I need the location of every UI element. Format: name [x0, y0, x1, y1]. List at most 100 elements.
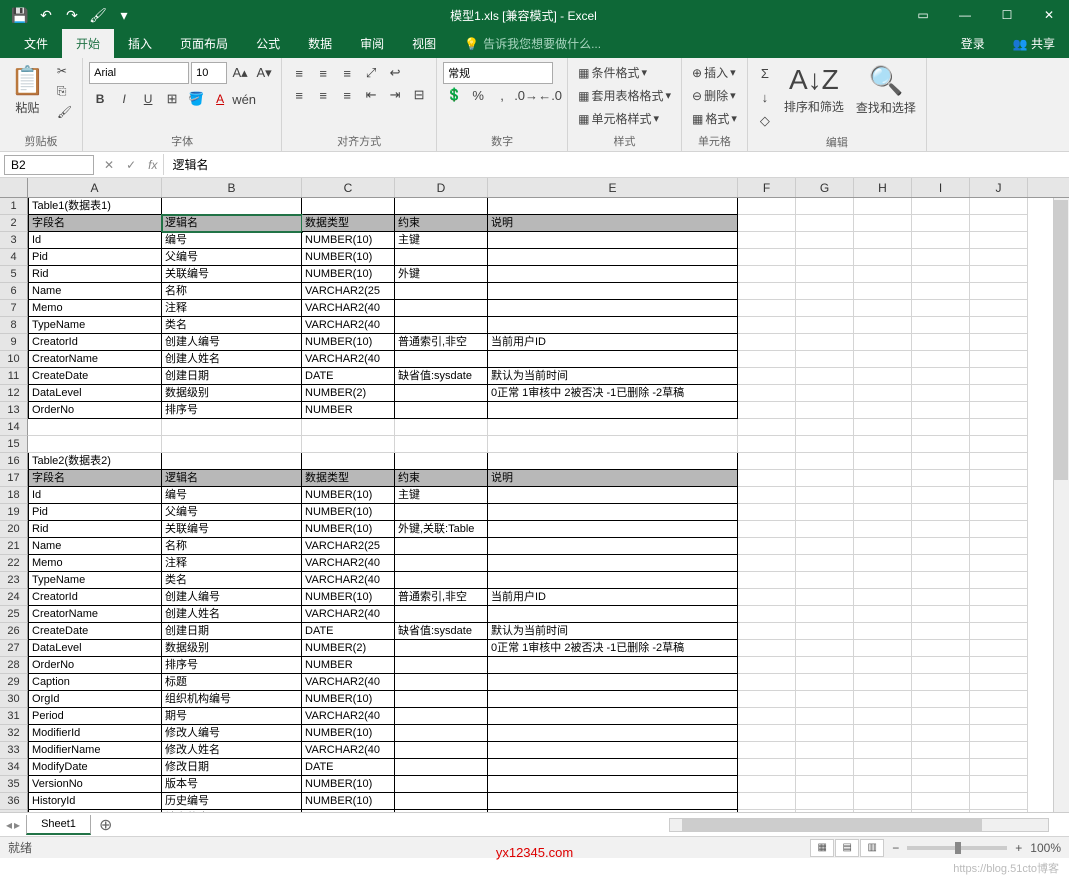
col-header-I[interactable]: I [912, 178, 970, 197]
cell[interactable] [738, 266, 796, 283]
cell[interactable]: Table1(数据表1) [28, 198, 162, 215]
cell[interactable] [738, 487, 796, 504]
col-header-E[interactable]: E [488, 178, 738, 197]
cell[interactable] [488, 708, 738, 725]
login-button[interactable]: 登录 [947, 29, 999, 58]
cell[interactable] [488, 504, 738, 521]
cell[interactable] [854, 742, 912, 759]
cell[interactable]: 组织机构编号 [162, 691, 302, 708]
cell[interactable]: VARCHAR2(25 [302, 283, 395, 300]
cell[interactable] [912, 266, 970, 283]
cell[interactable] [738, 300, 796, 317]
cell[interactable] [854, 198, 912, 215]
cell[interactable] [162, 453, 302, 470]
cell[interactable]: OrderNo [28, 402, 162, 419]
table-format-button[interactable]: ▦套用表格格式 ▾ [574, 85, 675, 106]
cell[interactable] [395, 674, 488, 691]
fill-icon[interactable]: ↓ [754, 86, 776, 108]
row-header[interactable]: 24 [0, 589, 28, 606]
cell[interactable] [395, 351, 488, 368]
cell[interactable] [796, 623, 854, 640]
cell[interactable] [796, 776, 854, 793]
autosum-icon[interactable]: Σ [754, 62, 776, 84]
cell[interactable] [738, 419, 796, 436]
cell[interactable]: 版本号 [162, 776, 302, 793]
cell[interactable] [970, 470, 1028, 487]
cell[interactable] [912, 198, 970, 215]
cell[interactable]: 名称 [162, 538, 302, 555]
tab-insert[interactable]: 插入 [114, 29, 166, 58]
cell[interactable] [912, 215, 970, 232]
cell[interactable] [738, 317, 796, 334]
cell[interactable]: 逻辑名 [162, 470, 302, 487]
cell[interactable] [970, 283, 1028, 300]
cell[interactable] [912, 810, 970, 812]
italic-button[interactable]: I [113, 88, 135, 110]
cell[interactable] [162, 436, 302, 453]
cell[interactable] [912, 572, 970, 589]
cell[interactable] [395, 793, 488, 810]
cell[interactable]: 逻辑名 [162, 215, 302, 232]
sheet-nav-last-icon[interactable]: ▸ [14, 818, 20, 832]
cell[interactable] [796, 589, 854, 606]
cell[interactable] [912, 742, 970, 759]
cell[interactable]: 当前用户ID [488, 334, 738, 351]
merge-center-icon[interactable]: ⊟ [408, 84, 430, 106]
cell[interactable] [854, 351, 912, 368]
cell[interactable]: 普通索引,非空 [395, 334, 488, 351]
cell[interactable]: 默认为当前时间 [488, 623, 738, 640]
cell[interactable]: 父编号 [162, 249, 302, 266]
cell[interactable] [488, 402, 738, 419]
cell[interactable] [970, 623, 1028, 640]
cell[interactable]: DataLevel [28, 385, 162, 402]
cell[interactable] [796, 521, 854, 538]
cell[interactable]: 创建人姓名 [162, 351, 302, 368]
cell-style-button[interactable]: ▦单元格样式 ▾ [574, 108, 675, 129]
cell[interactable] [738, 691, 796, 708]
cell[interactable]: DATE [302, 368, 395, 385]
cell[interactable] [488, 725, 738, 742]
cell[interactable] [854, 606, 912, 623]
cell[interactable]: NUMBER(10) [302, 232, 395, 249]
cell[interactable] [970, 232, 1028, 249]
cell[interactable] [854, 555, 912, 572]
cell[interactable] [912, 589, 970, 606]
cell[interactable] [395, 725, 488, 742]
col-header-F[interactable]: F [738, 178, 796, 197]
cell[interactable] [970, 572, 1028, 589]
cell[interactable] [395, 776, 488, 793]
cell[interactable] [162, 419, 302, 436]
row-header[interactable]: 32 [0, 725, 28, 742]
paste-button[interactable]: 📋粘贴 [6, 62, 49, 118]
cell[interactable]: 历史编号 [162, 793, 302, 810]
row-header[interactable]: 8 [0, 317, 28, 334]
copy-button[interactable]: ⎘ [53, 82, 76, 101]
cell[interactable] [488, 521, 738, 538]
name-box[interactable] [4, 155, 94, 175]
row-header[interactable]: 33 [0, 742, 28, 759]
cell[interactable] [488, 351, 738, 368]
orientation-icon[interactable]: ⤢ [360, 62, 382, 84]
cell[interactable] [395, 742, 488, 759]
cell[interactable]: 普通索引,非空 [395, 589, 488, 606]
cell[interactable] [854, 334, 912, 351]
align-center-icon[interactable]: ≡ [312, 84, 334, 106]
row-header[interactable]: 34 [0, 759, 28, 776]
cell[interactable] [395, 708, 488, 725]
cell[interactable] [912, 623, 970, 640]
cell[interactable]: 修改人编号 [162, 725, 302, 742]
cell[interactable] [488, 300, 738, 317]
cell[interactable]: VARCHAR2(40 [302, 606, 395, 623]
cell[interactable] [488, 436, 738, 453]
percent-icon[interactable]: % [467, 84, 489, 106]
cell[interactable] [796, 368, 854, 385]
cell[interactable] [912, 300, 970, 317]
cell[interactable] [796, 453, 854, 470]
cell[interactable]: Memo [28, 300, 162, 317]
cell[interactable] [488, 555, 738, 572]
cell[interactable] [796, 793, 854, 810]
cell[interactable]: 关联编号 [162, 521, 302, 538]
cell[interactable]: CreatorName [28, 606, 162, 623]
cell[interactable] [738, 742, 796, 759]
cell[interactable] [738, 555, 796, 572]
